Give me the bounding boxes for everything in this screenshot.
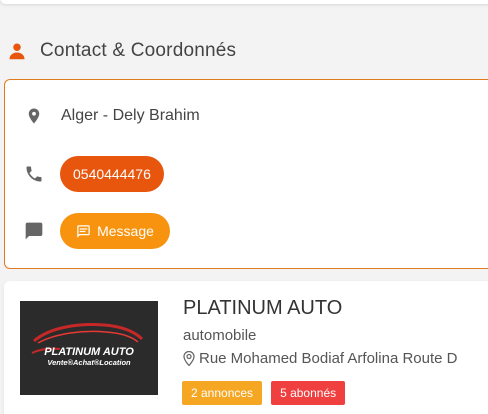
previous-card-edge bbox=[0, 0, 488, 4]
business-address: Rue Mohamed Bodiaf Arfolina Route D bbox=[183, 350, 457, 367]
message-row: Message bbox=[5, 213, 170, 249]
section-title: Contact & Coordonnés bbox=[40, 40, 237, 61]
phone-icon bbox=[22, 162, 46, 186]
phone-row: 0540444476 bbox=[5, 156, 164, 192]
business-address-text: Rue Mohamed Bodiaf Arfolina Route D bbox=[199, 350, 458, 367]
logo-line1: PLATINUM AUTO bbox=[44, 346, 134, 358]
location-text: Alger - Dely Brahim bbox=[61, 107, 200, 124]
location-pin-icon bbox=[22, 104, 46, 128]
business-category: automobile bbox=[183, 327, 257, 344]
message-button[interactable]: Message bbox=[60, 213, 170, 249]
person-icon bbox=[8, 42, 26, 60]
message-icon bbox=[76, 224, 91, 239]
business-name[interactable]: PLATINUM AUTO bbox=[183, 297, 342, 320]
business-badges: 2 annonces 5 abonnés bbox=[182, 381, 346, 405]
ads-count-badge[interactable]: 2 annonces bbox=[182, 381, 263, 405]
message-button-label: Message bbox=[97, 223, 154, 239]
business-logo[interactable]: PLATINUM AUTO Vente®Achat®Location bbox=[20, 301, 158, 395]
business-card[interactable]: PLATINUM AUTO Vente®Achat®Location PLATI… bbox=[4, 281, 488, 414]
contact-section-header: Contact & Coordonnés bbox=[8, 38, 236, 64]
subscribers-count-badge[interactable]: 5 abonnés bbox=[271, 381, 346, 405]
phone-button[interactable]: 0540444476 bbox=[60, 156, 164, 192]
logo-line2: Vente®Achat®Location bbox=[47, 358, 131, 367]
chat-bubble-icon bbox=[22, 219, 46, 243]
contact-box: Alger - Dely Brahim 0540444476 Message bbox=[4, 79, 488, 269]
location-row: Alger - Dely Brahim bbox=[5, 104, 200, 128]
map-marker-icon bbox=[183, 351, 196, 366]
